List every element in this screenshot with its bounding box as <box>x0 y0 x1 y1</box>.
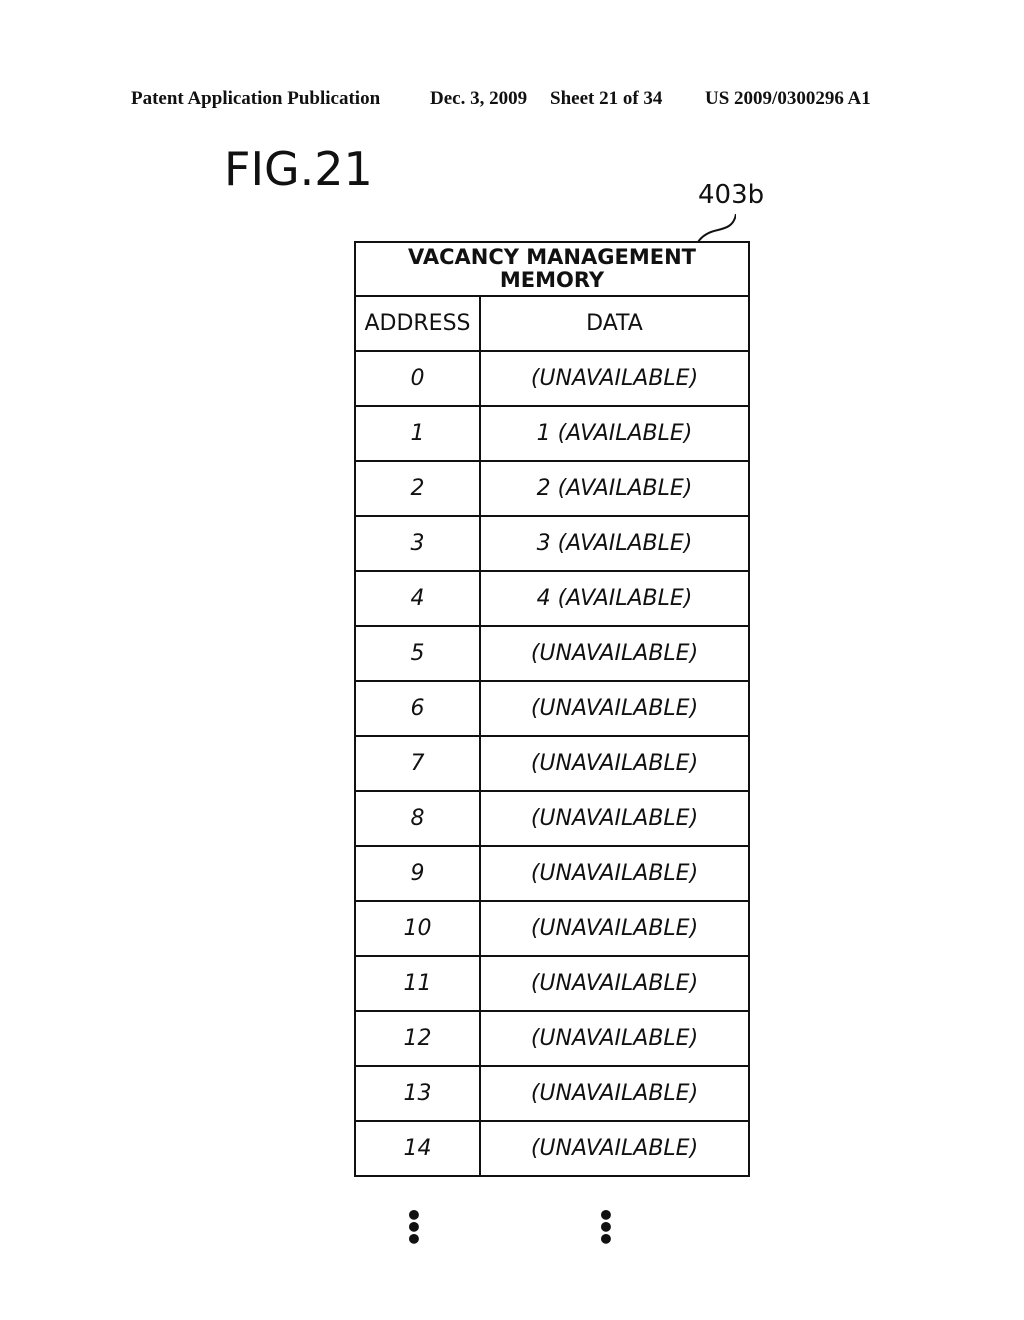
table-row: 9 (UNAVAILABLE) <box>354 845 750 902</box>
address-cell: 8 <box>354 790 481 847</box>
publication-date: Dec. 3, 2009 <box>430 88 528 109</box>
table-row: 12 (UNAVAILABLE) <box>354 1010 750 1067</box>
publication-label: Patent Application Publication <box>131 88 381 109</box>
data-cell: (UNAVAILABLE) <box>479 1065 750 1122</box>
address-cell: 14 <box>354 1120 481 1177</box>
address-cell: 3 <box>354 515 481 572</box>
data-cell: (UNAVAILABLE) <box>479 1010 750 1067</box>
table-row: 14 (UNAVAILABLE) <box>354 1120 750 1177</box>
table-row: 0 (UNAVAILABLE) <box>354 350 750 407</box>
data-cell: 1 (AVAILABLE) <box>479 405 750 462</box>
table-row: 7 (UNAVAILABLE) <box>354 735 750 792</box>
column-header-address: ADDRESS <box>354 295 481 352</box>
address-cell: 5 <box>354 625 481 682</box>
data-cell: 2 (AVAILABLE) <box>479 460 750 517</box>
data-cell: 4 (AVAILABLE) <box>479 570 750 627</box>
table-row: 8 (UNAVAILABLE) <box>354 790 750 847</box>
data-cell: (UNAVAILABLE) <box>479 625 750 682</box>
patent-number: US 2009/0300296 A1 <box>705 88 871 109</box>
address-cell: 0 <box>354 350 481 407</box>
table-row: 13 (UNAVAILABLE) <box>354 1065 750 1122</box>
data-cell: (UNAVAILABLE) <box>479 350 750 407</box>
table-row: 44 (AVAILABLE) <box>354 570 750 627</box>
address-cell: 10 <box>354 900 481 957</box>
table-row: 6 (UNAVAILABLE) <box>354 680 750 737</box>
address-cell: 2 <box>354 460 481 517</box>
address-cell: 13 <box>354 1065 481 1122</box>
data-cell: (UNAVAILABLE) <box>479 1120 750 1177</box>
table-row: 33 (AVAILABLE) <box>354 515 750 572</box>
address-cell: 7 <box>354 735 481 792</box>
address-cell: 11 <box>354 955 481 1012</box>
data-cell: (UNAVAILABLE) <box>479 680 750 737</box>
continuation-dots-data: • • • <box>597 1199 615 1256</box>
table-row: 11 (AVAILABLE) <box>354 405 750 462</box>
table-row: 10 (UNAVAILABLE) <box>354 900 750 957</box>
table-row: 5 (UNAVAILABLE) <box>354 625 750 682</box>
vacancy-management-memory-table: VACANCY MANAGEMENT MEMORY ADDRESS DATA 0… <box>354 241 750 1177</box>
table-row: 11 (UNAVAILABLE) <box>354 955 750 1012</box>
data-cell: 3 (AVAILABLE) <box>479 515 750 572</box>
address-cell: 4 <box>354 570 481 627</box>
data-cell: (UNAVAILABLE) <box>479 955 750 1012</box>
data-cell: (UNAVAILABLE) <box>479 735 750 792</box>
data-cell: (UNAVAILABLE) <box>479 790 750 847</box>
leader-line <box>697 213 736 243</box>
address-cell: 9 <box>354 845 481 902</box>
address-cell: 1 <box>354 405 481 462</box>
figure-label: FIG.21 <box>224 142 373 196</box>
data-cell: (UNAVAILABLE) <box>479 845 750 902</box>
column-header-data: DATA <box>479 295 750 352</box>
reference-numeral: 403b <box>698 180 765 210</box>
address-cell: 12 <box>354 1010 481 1067</box>
sheet-number: Sheet 21 of 34 <box>550 88 663 109</box>
continuation-dots-address: • • • <box>405 1199 423 1256</box>
data-cell: (UNAVAILABLE) <box>479 900 750 957</box>
address-cell: 6 <box>354 680 481 737</box>
table-title: VACANCY MANAGEMENT MEMORY <box>354 241 750 297</box>
table-row: 22 (AVAILABLE) <box>354 460 750 517</box>
